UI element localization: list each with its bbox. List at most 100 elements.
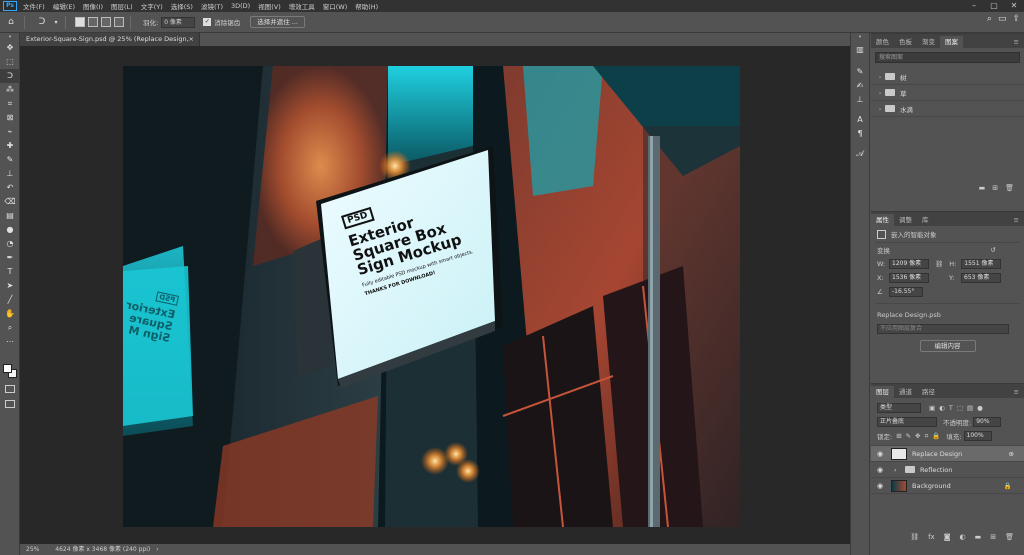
restore-icon[interactable]: ▢ [984,0,1004,12]
tab-paths[interactable]: 路径 [917,386,940,398]
glyphs-panel-icon[interactable]: 𝒜 [851,147,869,161]
tab-gradients[interactable]: 渐变 [917,36,940,48]
fx-icon[interactable]: fx [928,533,935,541]
blend-mode-select[interactable]: 正片叠底 [877,417,937,427]
antialias-checkbox[interactable]: ✓ [203,18,212,26]
tab-libraries[interactable]: 库 [917,214,934,226]
tab-properties[interactable]: 属性 [871,214,894,226]
lasso-tool-icon[interactable]: ᑐ [0,69,20,83]
tab-channels[interactable]: 通道 [894,386,917,398]
filter-type-icon[interactable]: T [949,404,953,412]
angle-input[interactable]: -16.55° [889,287,923,297]
filter-smart-icon[interactable]: ▤ [967,404,973,412]
lock-pixels-icon[interactable]: ⊞ [896,432,901,440]
pattern-group-trees[interactable]: › 树 [871,69,1024,85]
chevron-right-icon[interactable]: › [894,466,902,474]
new-layer-icon[interactable]: ⊞ [990,533,996,541]
menu-view[interactable]: 视图(V) [254,1,285,11]
subtract-selection-icon[interactable] [101,17,111,27]
delete-icon[interactable]: 🗑 [1005,184,1014,192]
history-brush-icon[interactable]: ↶ [0,181,20,195]
pattern-group-water[interactable]: › 水滴 [871,101,1024,117]
y-input[interactable]: 653 像素 [961,273,1001,283]
type-tool-icon[interactable]: T [0,265,20,279]
link-layers-icon[interactable]: ⛓ [910,533,919,541]
panel-menu-icon[interactable]: ≡ [1009,214,1024,226]
adjustment-layer-icon[interactable]: ◐ [960,533,966,541]
chevron-down-icon[interactable]: ▾ [53,16,59,29]
layer-name[interactable]: Background [912,482,951,490]
tab-color[interactable]: 颜色 [871,36,894,48]
brush-tool-icon[interactable]: ✎ [0,153,20,167]
close-icon[interactable]: ✕ [1004,0,1024,12]
lock-artboard-icon[interactable]: ⌗ [925,432,929,441]
collapse-icon[interactable]: « [851,33,869,41]
hand-tool-icon[interactable]: ✋ [0,307,20,321]
clone-source-icon[interactable]: ⊥ [851,93,869,107]
workspace-icon[interactable]: ▭ [998,14,1007,24]
screen-mode-icon[interactable] [5,400,15,408]
move-tool-icon[interactable]: ✥ [0,41,20,55]
tab-swatches[interactable]: 色板 [894,36,917,48]
lock-all-icon[interactable]: 🔒 [932,432,940,440]
intersect-selection-icon[interactable] [114,17,124,27]
more-tools-icon[interactable]: ⋯ [0,335,20,349]
tab-adjustments[interactable]: 调整 [894,214,917,226]
minimize-icon[interactable]: – [964,0,984,12]
select-and-mask-button[interactable]: 选择并遮住 ... [250,16,305,28]
home-icon[interactable]: ⌂ [4,16,18,29]
tab-layers[interactable]: 图层 [871,386,894,398]
fill-input[interactable]: 100% [963,431,992,441]
character-panel-icon[interactable]: A [851,113,869,127]
zoom-level[interactable]: 25% [26,546,39,553]
clone-stamp-icon[interactable]: ⊥ [0,167,20,181]
menu-plugins[interactable]: 增效工具 [285,1,319,11]
add-to-selection-icon[interactable] [88,17,98,27]
paragraph-panel-icon[interactable]: ¶ [851,127,869,141]
delete-layer-icon[interactable]: 🗑 [1005,533,1014,541]
lock-paint-icon[interactable]: ✎ [906,432,911,440]
link-icon[interactable]: ⛓ [935,260,943,268]
menu-layer[interactable]: 图层(L) [107,1,137,11]
chevron-right-icon[interactable]: › [156,546,158,553]
visibility-eye-icon[interactable]: ◉ [874,482,886,490]
menu-help[interactable]: 帮助(H) [351,1,382,11]
new-group-icon[interactable]: ▬ [979,184,986,192]
menu-select[interactable]: 选择(S) [167,1,197,11]
new-pattern-icon[interactable]: ⊞ [992,184,998,192]
menu-window[interactable]: 窗口(W) [319,1,352,11]
chevron-right-icon[interactable]: › [875,105,885,113]
blur-tool-icon[interactable]: ● [0,223,20,237]
menu-type[interactable]: 文字(Y) [137,1,167,11]
brush-settings-icon[interactable]: ✎ [851,65,869,79]
marquee-tool-icon[interactable]: ⬚ [0,55,20,69]
path-selection-icon[interactable]: ➤ [0,279,20,293]
chevron-right-icon[interactable]: › [875,89,885,97]
gradient-tool-icon[interactable]: ▤ [0,209,20,223]
line-tool-icon[interactable]: ╱ [0,293,20,307]
chevron-right-icon[interactable]: › [875,73,885,81]
healing-brush-icon[interactable]: ✚ [0,139,20,153]
panel-menu-icon[interactable]: ≡ [1009,386,1024,398]
menu-file[interactable]: 文件(F) [19,1,49,11]
magic-wand-icon[interactable]: ⁂ [0,83,20,97]
crop-tool-icon[interactable]: ⌗ [0,97,20,111]
lasso-tool-preset-icon[interactable]: ᑐ [35,16,49,29]
search-icon[interactable]: ⌕ [987,14,992,24]
pen-tool-icon[interactable]: ✒ [0,251,20,265]
eyedropper-icon[interactable]: ⌁ [0,125,20,139]
visibility-eye-icon[interactable]: ◉ [874,466,886,474]
lock-move-icon[interactable]: ✥ [915,432,920,440]
dodge-tool-icon[interactable]: ◔ [0,237,20,251]
close-tab-icon[interactable]: × [189,33,194,46]
layer-filter-select[interactable]: 类型 [877,403,921,413]
zoom-tool-icon[interactable]: ⌕ [0,321,20,335]
eraser-icon[interactable]: ⌫ [0,195,20,209]
reset-transform-icon[interactable]: ↺ [991,246,996,254]
history-panel-icon[interactable]: ▥ [851,43,869,57]
width-input[interactable]: 1209 像素 [889,259,929,269]
filter-adjust-icon[interactable]: ◐ [939,404,945,412]
menu-3d[interactable]: 3D(D) [227,2,254,10]
menu-filter[interactable]: 滤镜(T) [197,1,227,11]
menu-edit[interactable]: 编辑(E) [49,1,79,11]
